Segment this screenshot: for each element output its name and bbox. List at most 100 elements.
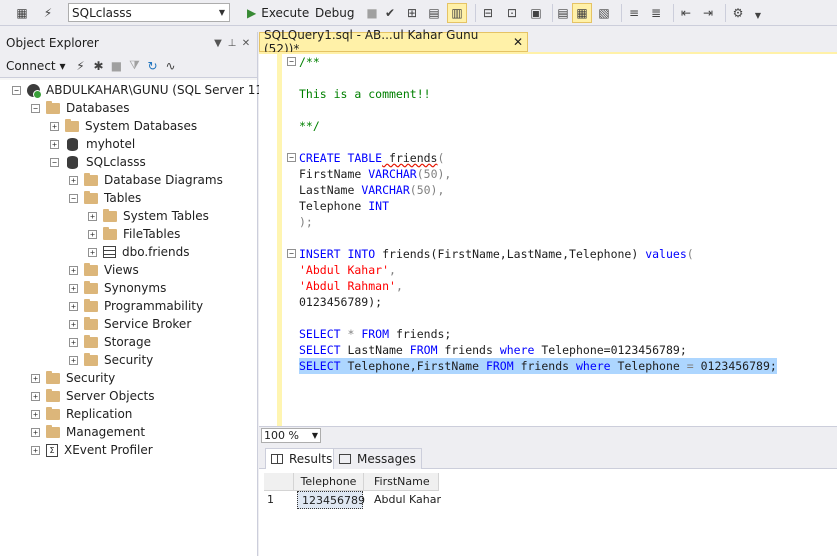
increase-indent-icon[interactable]: ⇥ bbox=[698, 3, 718, 23]
tree-node[interactable]: + Security bbox=[69, 351, 153, 369]
expand-icon[interactable]: + bbox=[69, 301, 78, 311]
column-header[interactable]: Telephone bbox=[294, 473, 364, 491]
tree-node[interactable]: + Database Diagrams bbox=[69, 171, 223, 189]
expand-icon[interactable]: + bbox=[31, 391, 40, 401]
query-designer-icon[interactable]: ▤ bbox=[424, 3, 444, 23]
expand-icon[interactable]: + bbox=[88, 229, 97, 239]
close-icon[interactable]: ✕ bbox=[239, 38, 253, 49]
expand-icon[interactable]: + bbox=[88, 211, 97, 221]
tree-node-label: myhotel bbox=[86, 137, 136, 151]
results-to-file-icon[interactable]: ▧ bbox=[594, 3, 614, 23]
expand-icon[interactable]: + bbox=[69, 265, 78, 275]
execute-button[interactable]: ▶ Execute bbox=[247, 4, 309, 22]
zoom-value: 100 % bbox=[264, 429, 299, 442]
disconnect-icon[interactable]: ✱ bbox=[89, 56, 107, 76]
connect-dropdown[interactable]: Connect ▾ bbox=[6, 59, 65, 73]
intellisense-icon[interactable]: ▥ bbox=[447, 3, 467, 23]
code-line: LastName VARCHAR(50), bbox=[299, 182, 444, 198]
properties-icon[interactable]: ▦ bbox=[12, 3, 32, 23]
connect-object-icon[interactable]: ⚡ bbox=[38, 3, 58, 23]
tree-node[interactable]: + System Databases bbox=[50, 117, 197, 135]
results-to-grid-icon[interactable]: ▦ bbox=[572, 3, 592, 23]
tree-node[interactable]: + Server Objects bbox=[31, 387, 155, 405]
object-explorer-panel: Object Explorer ▼ ⊥ ✕ Connect ▾ ⚡ ✱ ■ ⧩ … bbox=[0, 32, 278, 556]
code-area[interactable]: − /** This is a comment!! **/ − CREATE T… bbox=[287, 54, 837, 426]
tree-node[interactable]: + Σ XEvent Profiler bbox=[31, 441, 153, 459]
expand-icon[interactable]: + bbox=[69, 319, 78, 329]
connect-server-icon[interactable]: ⚡ bbox=[71, 56, 89, 76]
tree-node[interactable]: + Synonyms bbox=[69, 279, 166, 297]
expand-icon[interactable]: + bbox=[69, 355, 78, 365]
tab-results[interactable]: Results bbox=[265, 448, 339, 469]
expand-icon[interactable]: + bbox=[31, 427, 40, 437]
pin-icon[interactable]: ⊥ bbox=[225, 38, 239, 49]
expand-icon[interactable]: + bbox=[69, 175, 78, 185]
expand-icon[interactable]: + bbox=[31, 409, 40, 419]
refresh-icon[interactable]: ↻ bbox=[143, 56, 161, 76]
expand-icon[interactable]: + bbox=[50, 139, 59, 149]
fold-toggle-icon[interactable]: − bbox=[287, 153, 296, 162]
collapse-icon[interactable]: − bbox=[50, 157, 59, 167]
zoom-dropdown[interactable]: 100 % ▼ bbox=[261, 428, 321, 443]
tree-node[interactable]: − SQLclasss bbox=[50, 153, 146, 171]
toolbar-overflow-icon[interactable]: ▼ bbox=[748, 5, 768, 25]
expand-icon[interactable]: + bbox=[69, 337, 78, 347]
column-header[interactable]: FirstName bbox=[364, 473, 439, 491]
expand-icon[interactable]: + bbox=[31, 373, 40, 383]
tree-node[interactable]: + Replication bbox=[31, 405, 132, 423]
folder-icon bbox=[46, 388, 60, 402]
tree-node[interactable]: + myhotel bbox=[50, 135, 135, 153]
debug-button[interactable]: Debug bbox=[315, 4, 354, 22]
expand-icon[interactable]: + bbox=[88, 247, 97, 257]
include-plan-icon[interactable]: ⊟ bbox=[478, 3, 498, 23]
comment-lines-icon[interactable]: ≡ bbox=[624, 3, 644, 23]
grid-cell[interactable]: 123456789 bbox=[297, 491, 365, 509]
grid-cell[interactable]: Abdul Kahar bbox=[374, 491, 449, 509]
results-to-text-icon[interactable]: ▤ bbox=[553, 3, 573, 23]
stop-icon[interactable]: ■ bbox=[107, 56, 125, 76]
window-position-icon[interactable]: ▼ bbox=[211, 38, 225, 49]
messages-icon bbox=[339, 454, 351, 464]
stop-icon[interactable]: ■ bbox=[362, 3, 382, 23]
code-line: INSERT INTO friends(FirstName,LastName,T… bbox=[299, 246, 694, 262]
chevron-down-icon: ▼ bbox=[218, 8, 226, 17]
collapse-icon[interactable]: − bbox=[69, 193, 78, 203]
live-stats-icon[interactable]: ⊡ bbox=[502, 3, 522, 23]
available-databases-dropdown[interactable]: SQLclasss ▼ bbox=[68, 3, 230, 22]
tree-node[interactable]: + dbo.friends bbox=[88, 243, 190, 261]
tree-node[interactable]: − Tables bbox=[69, 189, 141, 207]
query-tab[interactable]: SQLQuery1.sql - AB...ul Kahar Gunu (52))… bbox=[259, 28, 528, 56]
expand-icon[interactable]: + bbox=[31, 445, 40, 455]
collapse-icon[interactable]: − bbox=[31, 103, 40, 113]
activity-monitor-icon[interactable]: ∿ bbox=[161, 56, 179, 76]
estimated-plan-icon[interactable]: ⊞ bbox=[402, 3, 422, 23]
tree-node[interactable]: − ABDULKAHAR\GUNU (SQL Server 11.0. bbox=[12, 81, 278, 99]
expand-icon[interactable]: + bbox=[69, 283, 78, 293]
parse-check-icon[interactable]: ✔ bbox=[380, 3, 400, 23]
decrease-indent-icon[interactable]: ⇤ bbox=[676, 3, 696, 23]
tree-node[interactable]: − Databases bbox=[31, 99, 130, 117]
close-tab-icon[interactable]: ✕ bbox=[513, 35, 527, 49]
filter-icon[interactable]: ⧩ bbox=[125, 56, 143, 76]
tree-node-label: Synonyms bbox=[104, 281, 167, 295]
tree-node[interactable]: + Views bbox=[69, 261, 139, 279]
tree-node[interactable]: + System Tables bbox=[88, 207, 209, 225]
collapse-icon[interactable]: − bbox=[12, 85, 21, 95]
keyword: FROM bbox=[485, 359, 514, 373]
tree-node[interactable]: + Programmability bbox=[69, 297, 203, 315]
specify-values-icon[interactable]: ⚙ bbox=[728, 3, 748, 23]
client-stats-icon[interactable]: ▣ bbox=[526, 3, 546, 23]
tree-node[interactable]: + FileTables bbox=[88, 225, 180, 243]
tree-node[interactable]: + Storage bbox=[69, 333, 151, 351]
query-editor[interactable]: − /** This is a comment!! **/ − CREATE T… bbox=[259, 52, 837, 426]
fold-toggle-icon[interactable]: − bbox=[287, 57, 296, 66]
expand-icon[interactable]: + bbox=[50, 121, 59, 131]
tree-node[interactable]: + Service Broker bbox=[69, 315, 191, 333]
uncomment-lines-icon[interactable]: ≣ bbox=[646, 3, 666, 23]
tab-messages[interactable]: Messages bbox=[333, 448, 422, 469]
tree-node[interactable]: + Security bbox=[31, 369, 115, 387]
fold-toggle-icon[interactable]: − bbox=[287, 249, 296, 258]
tree-node-label: Server Objects bbox=[66, 389, 155, 403]
tree-node-label: Security bbox=[104, 353, 154, 367]
tree-node[interactable]: + Management bbox=[31, 423, 145, 441]
